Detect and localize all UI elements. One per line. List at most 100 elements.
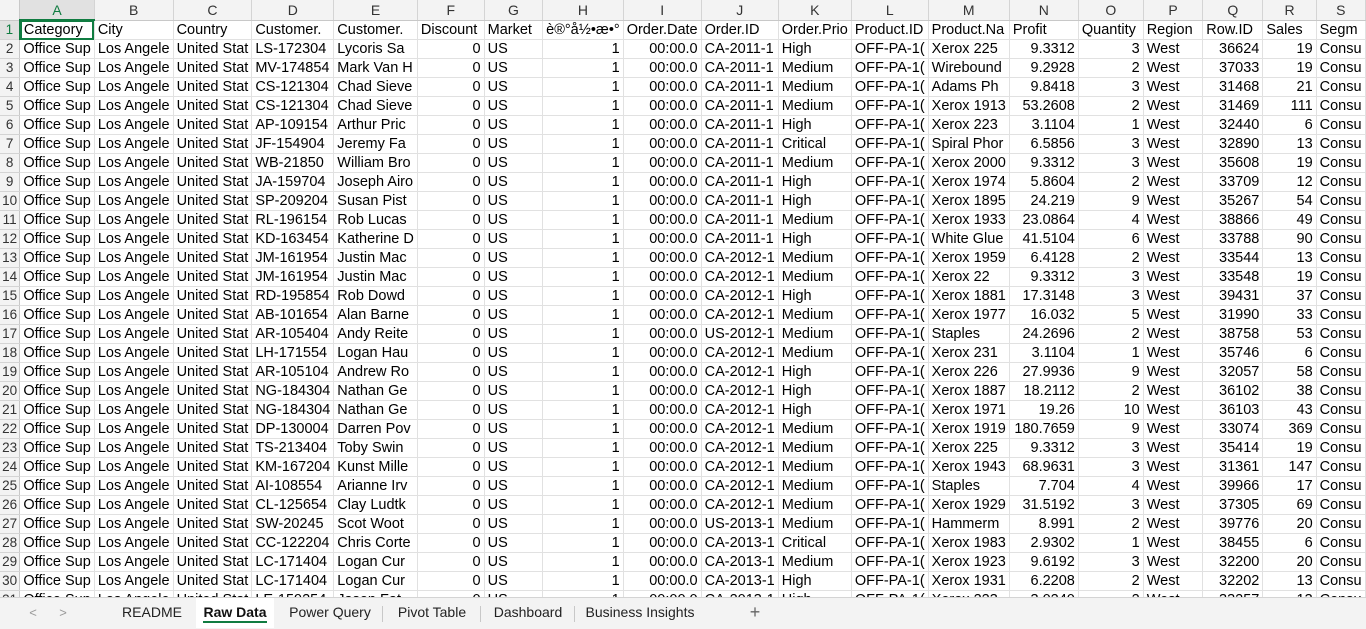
data-cell[interactable]: High (778, 172, 852, 192)
data-cell[interactable]: West (1143, 96, 1204, 116)
data-cell[interactable]: OFF-PA-1( (851, 58, 929, 78)
data-cell[interactable]: Office Sup (19, 324, 95, 344)
data-cell[interactable]: OFF-PA-1( (851, 362, 929, 382)
data-cell[interactable]: CA-2011-1 (701, 134, 779, 154)
data-cell[interactable]: 0 (417, 286, 485, 306)
data-cell[interactable]: Medium (778, 438, 852, 458)
data-cell[interactable]: 1 (542, 229, 624, 249)
data-cell[interactable]: 9.3312 (1009, 438, 1079, 458)
data-cell[interactable]: Medium (778, 514, 852, 534)
data-cell[interactable]: OFF-PA-1( (851, 495, 929, 515)
data-cell[interactable]: 1 (542, 96, 624, 116)
data-cell[interactable]: 2 (1078, 571, 1144, 591)
data-cell[interactable]: CA-2012-1 (701, 457, 779, 477)
data-cell[interactable]: Office Sup (19, 343, 95, 363)
data-cell[interactable]: OFF-PA-1( (851, 457, 929, 477)
data-cell[interactable]: Nathan Ge (333, 400, 418, 420)
data-cell[interactable]: SW-20245 (251, 514, 335, 534)
data-cell[interactable]: Xerox 1933 (928, 210, 1010, 230)
data-cell[interactable]: OFF-PA-1( (851, 514, 929, 534)
data-cell[interactable]: 1 (542, 324, 624, 344)
column-header-a[interactable]: A (19, 0, 95, 21)
data-cell[interactable]: Consu (1316, 362, 1366, 382)
data-cell[interactable]: 0 (417, 343, 485, 363)
data-cell[interactable]: Mark Van H (333, 58, 418, 78)
data-cell[interactable]: 0 (417, 419, 485, 439)
data-cell[interactable]: Chris Corte (333, 533, 418, 553)
data-cell[interactable]: Los Angele (94, 324, 174, 344)
data-cell[interactable]: Consu (1316, 343, 1366, 363)
data-cell[interactable]: US (484, 552, 544, 572)
data-cell[interactable]: Andrew Ro (333, 362, 418, 382)
data-cell[interactable]: Arianne Irv (333, 476, 418, 496)
data-cell[interactable]: 2 (1078, 58, 1144, 78)
data-cell[interactable]: Office Sup (19, 533, 95, 553)
data-cell[interactable]: 31990 (1202, 305, 1264, 325)
data-cell[interactable]: 3 (1078, 153, 1144, 173)
row-header[interactable]: 22 (0, 419, 21, 439)
data-cell[interactable]: 2 (1078, 381, 1144, 401)
column-header-c[interactable]: C (173, 0, 253, 21)
data-cell[interactable]: Xerox 1971 (928, 400, 1010, 420)
data-cell[interactable]: 18.2112 (1009, 381, 1079, 401)
data-cell[interactable]: Medium (778, 476, 852, 496)
data-cell[interactable]: US (484, 533, 544, 553)
data-cell[interactable]: US (484, 400, 544, 420)
data-cell[interactable]: OFF-PA-1( (851, 343, 929, 363)
data-cell[interactable]: High (778, 571, 852, 591)
data-cell[interactable]: OFF-PA-1( (851, 77, 929, 97)
data-cell[interactable]: 2 (1078, 324, 1144, 344)
data-cell[interactable]: 00:00.0 (623, 381, 702, 401)
row-header[interactable]: 14 (0, 267, 21, 287)
data-cell[interactable]: Office Sup (19, 400, 95, 420)
data-cell[interactable]: 1 (542, 191, 624, 211)
data-cell[interactable]: 0 (417, 229, 485, 249)
data-cell[interactable]: KD-163454 (251, 229, 335, 249)
data-cell[interactable]: Los Angele (94, 286, 174, 306)
data-cell[interactable]: 0 (417, 58, 485, 78)
header-cell[interactable]: Quantity (1078, 20, 1144, 40)
data-cell[interactable]: United Stat (173, 229, 253, 249)
data-cell[interactable]: 1 (542, 476, 624, 496)
data-cell[interactable]: Clay Ludtk (333, 495, 418, 515)
data-cell[interactable]: 32057 (1202, 362, 1264, 382)
data-cell[interactable]: 2.9302 (1009, 533, 1079, 553)
data-cell[interactable]: United Stat (173, 134, 253, 154)
data-cell[interactable]: White Glue (928, 229, 1010, 249)
data-cell[interactable]: 90 (1262, 229, 1317, 249)
data-cell[interactable]: Chad Sieve (333, 96, 418, 116)
data-cell[interactable]: Los Angele (94, 267, 174, 287)
header-cell[interactable]: Segm (1316, 20, 1366, 40)
column-header-m[interactable]: M (928, 0, 1010, 21)
row-header[interactable]: 19 (0, 362, 21, 382)
data-cell[interactable]: Nathan Ge (333, 381, 418, 401)
data-cell[interactable]: 1 (542, 39, 624, 59)
data-cell[interactable]: 9.3312 (1009, 153, 1079, 173)
data-cell[interactable]: Office Sup (19, 96, 95, 116)
data-cell[interactable]: 6.4128 (1009, 248, 1079, 268)
data-cell[interactable]: 33788 (1202, 229, 1264, 249)
data-cell[interactable]: 3 (1078, 286, 1144, 306)
data-cell[interactable]: OFF-PA-1( (851, 229, 929, 249)
data-cell[interactable]: Critical (778, 134, 852, 154)
data-cell[interactable]: AP-109154 (251, 115, 335, 135)
data-cell[interactable]: CA-2011-1 (701, 210, 779, 230)
data-cell[interactable]: OFF-PA-1( (851, 552, 929, 572)
data-cell[interactable]: 00:00.0 (623, 552, 702, 572)
data-cell[interactable]: 1 (542, 343, 624, 363)
data-cell[interactable]: 3 (1078, 457, 1144, 477)
data-cell[interactable]: US (484, 267, 544, 287)
data-cell[interactable]: Office Sup (19, 58, 95, 78)
data-cell[interactable]: 13 (1262, 571, 1317, 591)
data-cell[interactable]: Consu (1316, 324, 1366, 344)
data-cell[interactable]: OFF-PA-1( (851, 286, 929, 306)
data-cell[interactable]: 8.991 (1009, 514, 1079, 534)
data-cell[interactable]: Office Sup (19, 248, 95, 268)
data-cell[interactable]: 1 (542, 248, 624, 268)
data-cell[interactable]: Consu (1316, 229, 1366, 249)
data-cell[interactable]: 00:00.0 (623, 476, 702, 496)
data-cell[interactable]: Xerox 2000 (928, 153, 1010, 173)
data-cell[interactable]: Andy Reite (333, 324, 418, 344)
header-cell[interactable]: Order.Date (623, 20, 702, 40)
data-cell[interactable]: Consu (1316, 134, 1366, 154)
